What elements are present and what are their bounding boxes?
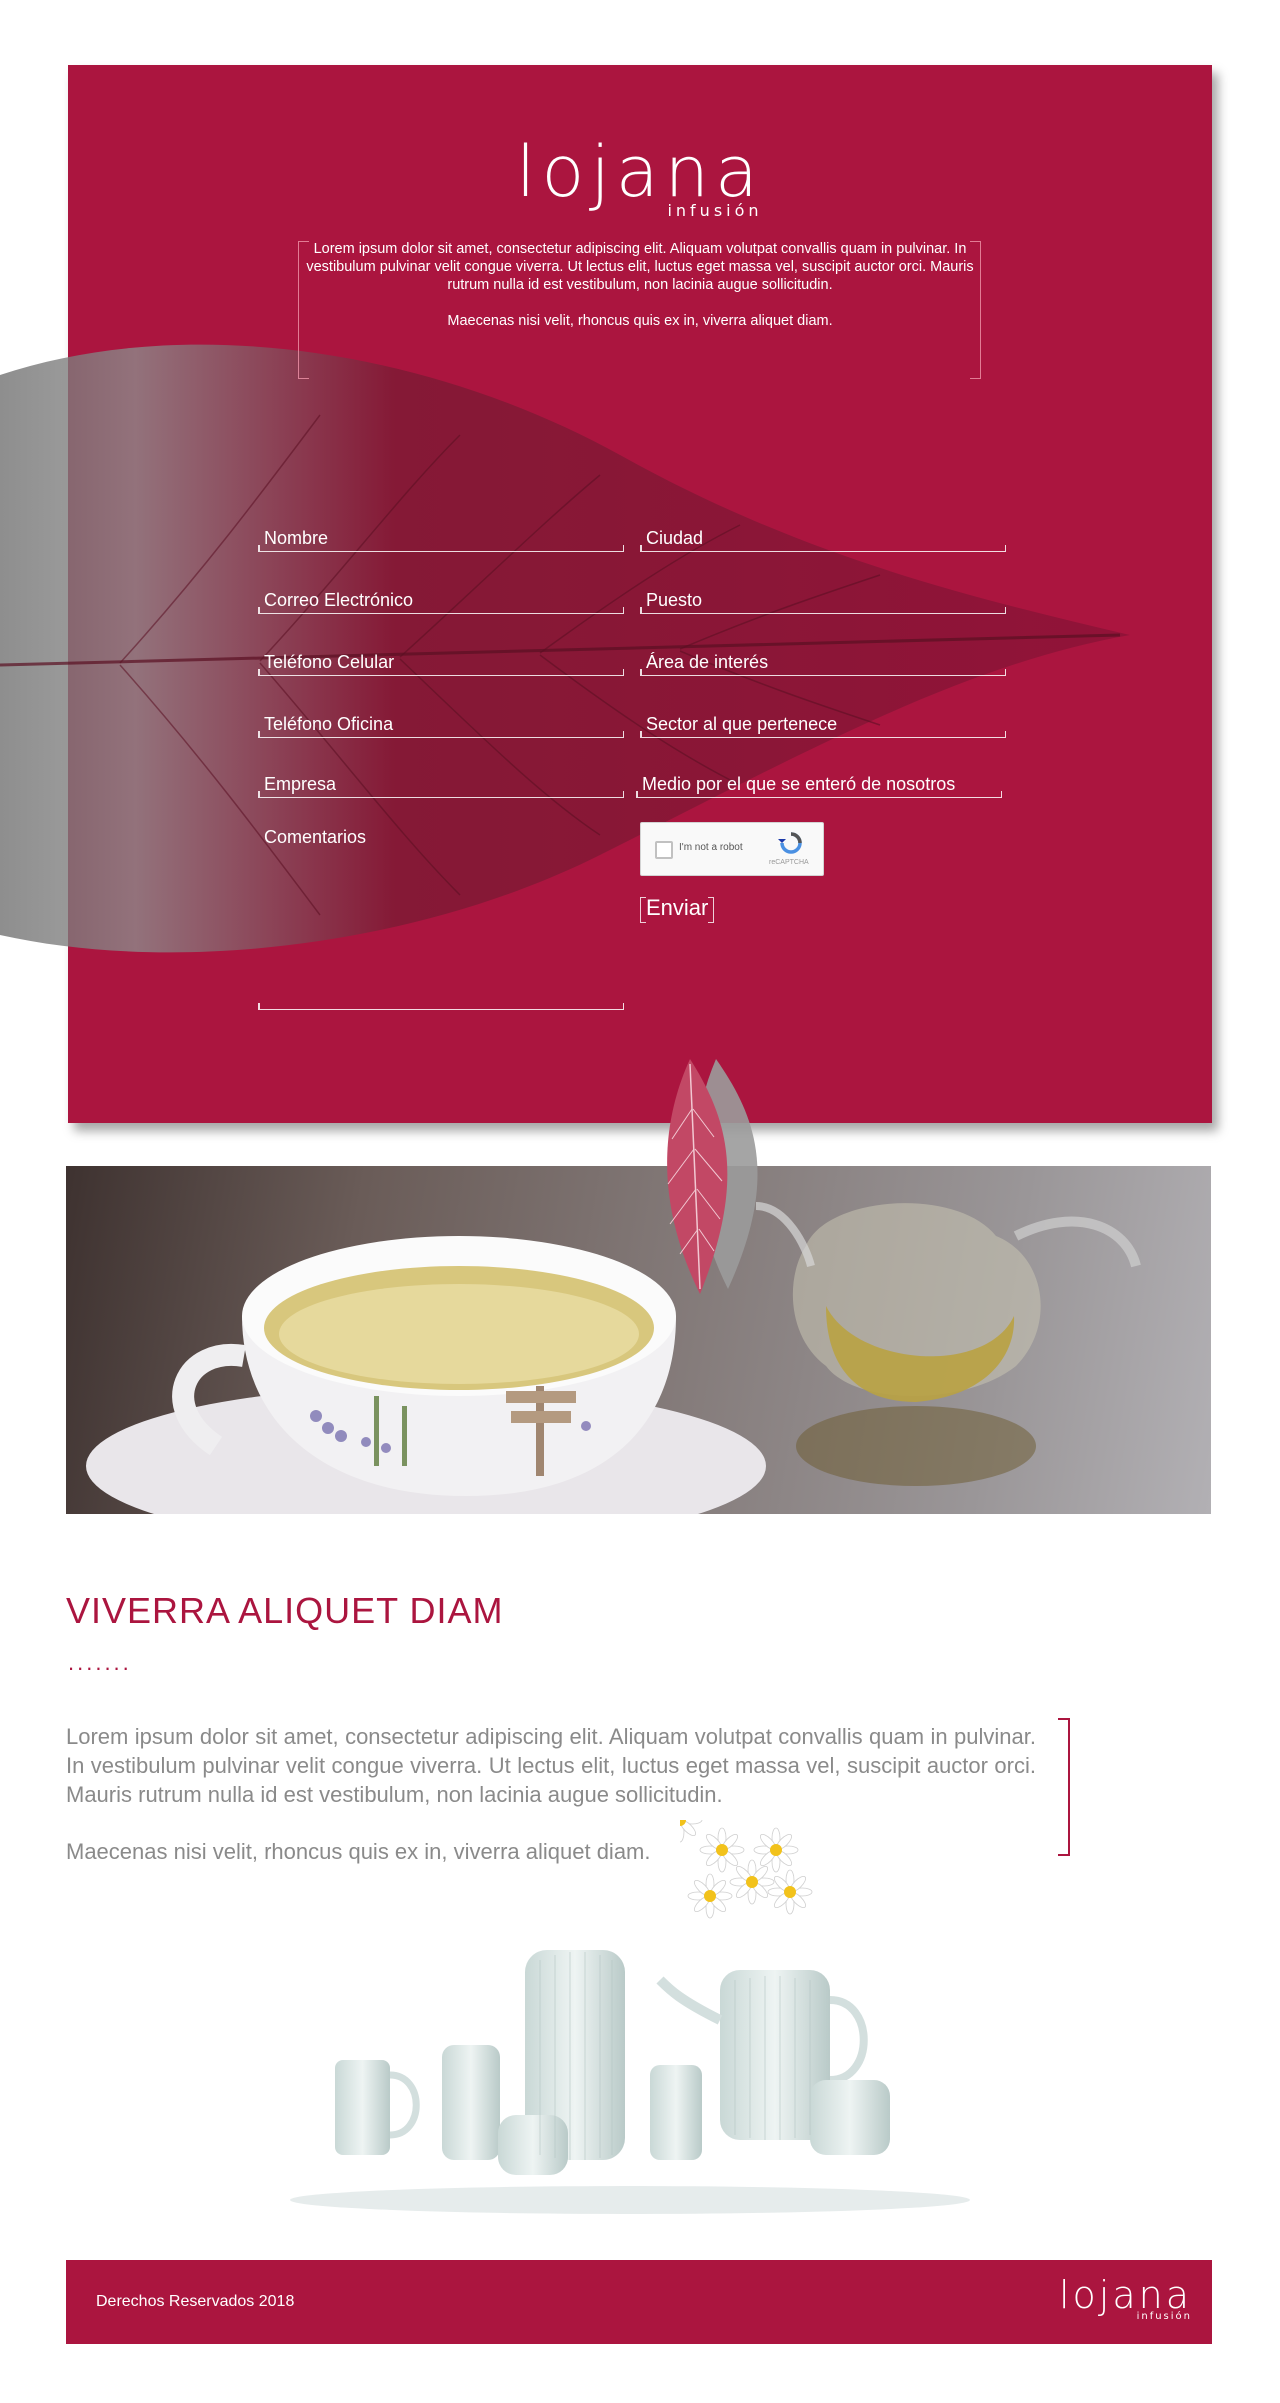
section-paragraph: Lorem ipsum dolor sit amet, consectetur … [66, 1724, 1036, 1807]
dots-divider: ....... [68, 1650, 132, 1675]
section-body: Lorem ipsum dolor sit amet, consectetur … [66, 1722, 1036, 1894]
footer-logo: lojana infusión [1059, 2276, 1192, 2322]
submit-button[interactable]: Enviar [640, 895, 715, 923]
copyright-text: Derechos Reservados 2018 [96, 2293, 295, 2310]
medio-label: Medio por el que se enteró de nosotros [642, 774, 956, 794]
footer: Derechos Reservados 2018 lojana infusión [66, 2260, 1212, 2344]
puesto-field[interactable]: Puesto [640, 587, 1006, 614]
section-title: VIVERRA ALIQUET DIAM [66, 1590, 504, 1631]
empresa-field[interactable]: Empresa [258, 771, 624, 798]
correo-field[interactable]: Correo Electrónico [258, 587, 624, 614]
medio-field[interactable]: Medio por el que se enteró de nosotros [636, 771, 1002, 798]
section-paragraph: Maecenas nisi velit, rhoncus quis ex in,… [66, 1839, 651, 1864]
comentarios-label: Comentarios [264, 827, 367, 847]
logo-wordmark: lojana [516, 131, 764, 213]
correo-label: Correo Electrónico [264, 590, 414, 610]
area-interes-label: Área de interés [646, 652, 769, 672]
comentarios-textarea[interactable] [258, 899, 624, 1010]
empresa-label: Empresa [264, 774, 337, 794]
telefono-oficina-field[interactable]: Teléfono Oficina [258, 711, 624, 738]
logo-tagline: infusión [667, 201, 763, 220]
recaptcha-icon [778, 832, 802, 854]
sector-label: Sector al que pertenece [646, 714, 838, 734]
puesto-label: Puesto [646, 590, 703, 610]
recaptcha-widget: I'm not a robot reCAPTCHA [640, 822, 824, 876]
telefono-celular-label: Teléfono Celular [264, 652, 395, 672]
intro-paragraph: Maecenas nisi velit, rhoncus quis ex in,… [447, 313, 833, 329]
ciudad-label: Ciudad [646, 528, 704, 548]
telefono-celular-field[interactable]: Teléfono Celular [258, 649, 624, 676]
telefono-oficina-label: Teléfono Oficina [264, 714, 394, 734]
ciudad-field[interactable]: Ciudad [640, 525, 1006, 552]
contact-hero: lojana infusión Lorem ipsum dolor sit am… [0, 65, 1212, 1294]
recaptcha-label: I'm not a robot [679, 842, 743, 853]
area-interes-field[interactable]: Área de interés [640, 649, 1006, 676]
leaves-icon [667, 1059, 758, 1294]
intro-paragraph: Lorem ipsum dolor sit amet, consectetur … [306, 241, 974, 293]
recaptcha-checkbox[interactable] [655, 841, 673, 859]
bracket-right [1058, 1718, 1070, 1856]
footer-logo-wordmark: lojana [1058, 2273, 1192, 2317]
recaptcha-brand: reCAPTCHA [769, 859, 809, 866]
brand-logo: lojana infusión [68, 137, 1212, 220]
intro-text: Lorem ipsum dolor sit amet, consectetur … [300, 240, 980, 348]
nombre-field[interactable]: Nombre [258, 525, 624, 552]
nombre-label: Nombre [264, 528, 329, 548]
sector-field[interactable]: Sector al que pertenece [640, 711, 1006, 738]
teaset-image [290, 1950, 970, 2214]
